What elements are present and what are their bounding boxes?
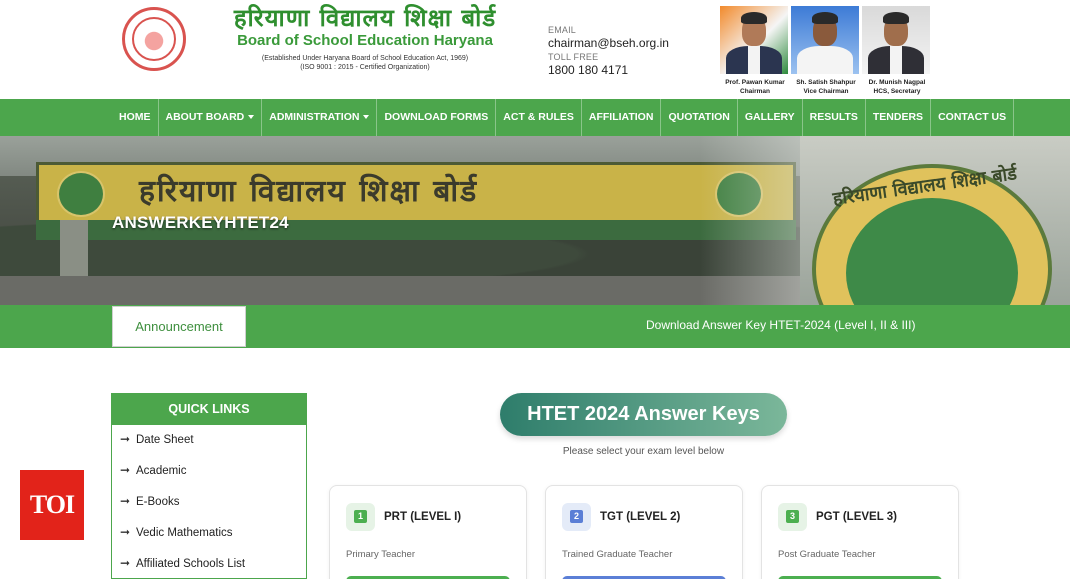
tollfree-number[interactable]: 1800 180 4171	[548, 63, 698, 78]
site-title-hindi: हरियाणा विद्यालय शिक्षा बोर्ड	[233, 3, 497, 32]
secretary-name: Dr. Munish Nagpal	[868, 79, 926, 86]
quick-link-ebooks[interactable]: ➞ E-Books	[120, 491, 179, 511]
announcement-bar: Announcement Download Answer Key HTET-20…	[0, 305, 1070, 348]
caret-down-icon	[363, 115, 370, 120]
nav-administration[interactable]: ADMINISTRATION	[262, 99, 378, 136]
level-description: Post Graduate Teacher	[778, 549, 876, 560]
official-secretary: Dr. Munish Nagpal HCS, Secretary	[862, 6, 932, 96]
nav-about-board[interactable]: ABOUT BOARD	[159, 99, 263, 136]
nav-results[interactable]: RESULTS	[803, 99, 866, 136]
official-vice-chairman: Sh. Satish Shahpur Vice Chairman	[791, 6, 861, 96]
site-header: हरियाणा विद्यालय शिक्षा बोर्ड Board of S…	[0, 0, 1070, 100]
secretary-photo	[862, 6, 930, 74]
nav-act-rules[interactable]: ACT & RULES	[496, 99, 582, 136]
level-number-badge: 3	[778, 503, 807, 531]
chairman-role: Chairman	[740, 88, 770, 95]
nav-home[interactable]: HOME	[112, 99, 159, 136]
vice-chairman-role: Vice Chairman	[803, 88, 849, 95]
vice-chairman-photo	[791, 6, 859, 74]
page-banner: हरियाणा विद्यालय शिक्षा बोर्ड हरियाणा वि…	[0, 136, 1070, 306]
level-number-badge: 2	[562, 503, 591, 531]
quick-links-panel: QUICK LINKS ➞ Date Sheet ➞ Academic ➞ E-Boo…	[111, 393, 307, 579]
nav-gallery[interactable]: GALLERY	[738, 99, 803, 136]
arrow-right-icon: ➞	[120, 432, 131, 446]
quick-link-vedic-mathematics[interactable]: ➞ Vedic Mathematics	[120, 522, 233, 542]
arrow-right-icon: ➞	[120, 494, 131, 508]
arrow-right-icon: ➞	[120, 556, 131, 570]
answer-keys-heading: HTET 2024 Answer Keys	[500, 393, 787, 436]
chairman-photo	[720, 6, 788, 74]
nav-quotation[interactable]: QUOTATION	[661, 99, 738, 136]
level-card-pgt[interactable]: 3 PGT (LEVEL 3) Post Graduate Teacher	[761, 485, 959, 579]
vice-chairman-name: Sh. Satish Shahpur	[796, 79, 856, 86]
nav-contact-us[interactable]: CONTACT US	[931, 99, 1015, 136]
announcement-ticker-link[interactable]: Download Answer Key HTET-2024 (Level I, …	[646, 305, 915, 348]
nav-tenders[interactable]: TENDERS	[866, 99, 932, 136]
quick-links-heading: QUICK LINKS	[112, 394, 306, 425]
chairman-name: Prof. Pawan Kumar	[725, 79, 785, 86]
arrow-right-icon: ➞	[120, 463, 131, 477]
caret-down-icon	[248, 115, 255, 120]
bseh-logo[interactable]	[122, 7, 186, 71]
announcement-tab[interactable]: Announcement	[112, 306, 246, 347]
level-title: TGT (LEVEL 2)	[600, 511, 681, 523]
quick-link-affiliated-schools[interactable]: ➞ Affiliated Schools List	[120, 553, 245, 573]
level-number-badge: 1	[346, 503, 375, 531]
logo-emblem-icon	[132, 17, 176, 61]
gate-emblem-icon	[57, 171, 105, 217]
site-title-english: Board of School Education Haryana	[237, 32, 493, 49]
officials-photos: Prof. Pawan Kumar Chairman Sh. Satish Sh…	[720, 6, 932, 100]
site-subtitle-act: (Established Under Haryana Board of Scho…	[261, 55, 469, 62]
quick-link-academic[interactable]: ➞ Academic	[120, 460, 187, 480]
main-navbar: HOME ABOUT BOARD ADMINISTRATION DOWNLOAD…	[0, 99, 1070, 136]
select-level-instruction: Please select your exam level below	[562, 446, 725, 457]
tollfree-label: TOLL FREE	[548, 52, 599, 62]
arrow-right-icon: ➞	[120, 525, 131, 539]
nav-affiliation[interactable]: AFFILIATION	[582, 99, 662, 136]
toi-logo: TOI	[20, 470, 84, 540]
quick-link-date-sheet[interactable]: ➞ Date Sheet	[120, 429, 194, 449]
nav-download-forms[interactable]: DOWNLOAD FORMS	[377, 99, 497, 136]
level-card-prt[interactable]: 1 PRT (LEVEL I) Primary Teacher	[329, 485, 527, 579]
site-title-block: हरियाणा विद्यालय शिक्षा बोर्ड Board of S…	[200, 4, 530, 72]
level-title: PRT (LEVEL I)	[384, 511, 462, 523]
nav-menu: HOME ABOUT BOARD ADMINISTRATION DOWNLOAD…	[112, 99, 1015, 136]
level-description: Trained Graduate Teacher	[562, 549, 673, 560]
page-title: ANSWERKEYHTET24	[112, 213, 289, 232]
email-link[interactable]: chairman@bseh.org.in	[548, 36, 698, 51]
official-chairman: Prof. Pawan Kumar Chairman	[720, 6, 790, 96]
contact-info: EMAIL chairman@bseh.org.in TOLL FREE 180…	[548, 24, 698, 78]
gate-board-text: हरियाणा विद्यालय शिक्षा बोर्ड	[139, 174, 479, 209]
secretary-role: HCS, Secretary	[873, 88, 921, 95]
level-title: PGT (LEVEL 3)	[816, 511, 897, 523]
level-description: Primary Teacher	[346, 549, 415, 560]
email-label: EMAIL	[548, 25, 577, 35]
site-subtitle-iso: (ISO 9001 : 2015 - Certified Organizatio…	[300, 64, 430, 71]
level-card-tgt[interactable]: 2 TGT (LEVEL 2) Trained Graduate Teacher	[545, 485, 743, 579]
